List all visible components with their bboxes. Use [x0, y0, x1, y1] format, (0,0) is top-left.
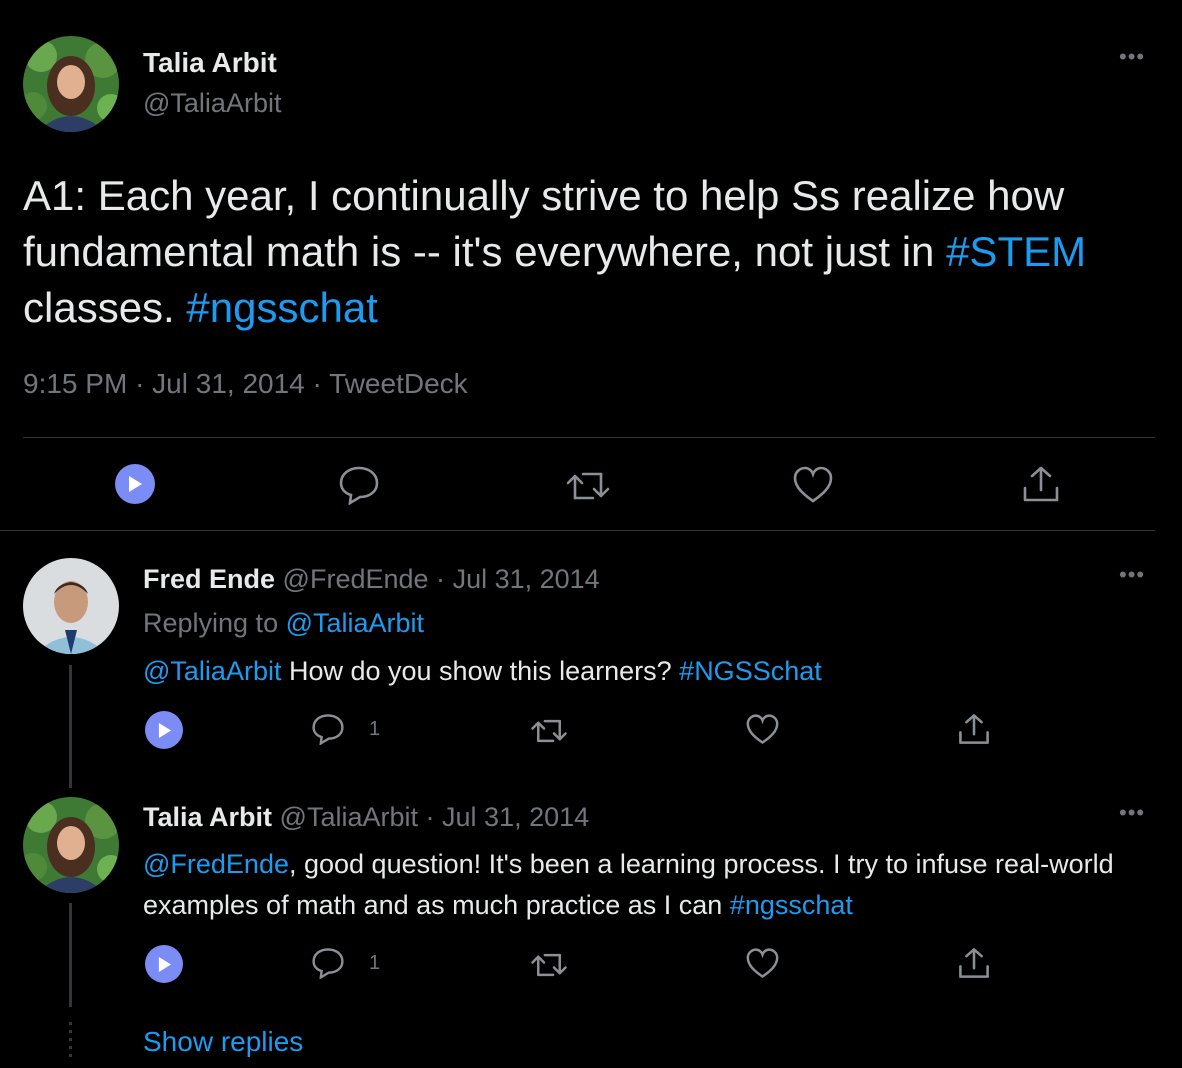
- thread-line: [69, 903, 72, 1007]
- retweet-icon[interactable]: [530, 716, 568, 746]
- retweet-icon[interactable]: [530, 950, 568, 980]
- tweet-time[interactable]: 9:15 PM: [23, 368, 127, 399]
- reply-2-text: @FredEnde, good question! It's been a le…: [143, 844, 1163, 926]
- main-tweet-handle[interactable]: @TaliaArbit: [143, 88, 281, 119]
- reply-1-text-part: How do you show this learners?: [281, 656, 680, 686]
- share-icon[interactable]: [1021, 464, 1061, 504]
- mention-fredende[interactable]: @FredEnde: [143, 849, 289, 879]
- hashtag-ngsschat[interactable]: #NGSSchat: [679, 656, 822, 686]
- tweet-source[interactable]: TweetDeck: [329, 368, 468, 399]
- hashtag-ngsschat[interactable]: #ngsschat: [730, 890, 853, 920]
- reply-2-more-icon[interactable]: •••: [1119, 802, 1145, 824]
- share-icon[interactable]: [957, 712, 991, 746]
- main-tweet-avatar[interactable]: [23, 36, 119, 132]
- thread-dots: [69, 1022, 72, 1062]
- reply-1-header: Fred Ende @FredEnde · Jul 31, 2014: [143, 564, 600, 595]
- reply-1-replying-to: Replying to @TaliaArbit: [143, 608, 424, 639]
- avatar-photo: [23, 36, 119, 132]
- avatar-photo: [23, 797, 119, 893]
- meta-separator: ·: [436, 564, 446, 594]
- heart-icon[interactable]: [793, 466, 833, 504]
- reply-count: 1: [369, 718, 381, 740]
- main-tweet-meta: 9:15 PM · Jul 31, 2014 · TweetDeck: [23, 368, 468, 400]
- reply-2-date[interactable]: Jul 31, 2014: [442, 802, 589, 832]
- tweet-date[interactable]: Jul 31, 2014: [152, 368, 305, 399]
- share-icon[interactable]: [957, 946, 991, 980]
- reply-1-text: @TaliaArbit How do you show this learner…: [143, 652, 1153, 690]
- reply-1-handle[interactable]: @FredEnde: [283, 564, 429, 594]
- main-tweet-divider: [23, 437, 1155, 438]
- meta-separator: ·: [312, 368, 322, 399]
- avatar-photo: [23, 558, 119, 654]
- retweet-icon[interactable]: [565, 468, 611, 504]
- main-tweet-more-icon[interactable]: •••: [1119, 46, 1145, 68]
- play-icon[interactable]: [145, 711, 183, 749]
- mention-taliaarbit[interactable]: @TaliaArbit: [143, 656, 281, 686]
- reply-1-date[interactable]: Jul 31, 2014: [453, 564, 600, 594]
- reply-1-avatar[interactable]: [23, 558, 119, 654]
- replying-mention[interactable]: @TaliaArbit: [286, 608, 424, 638]
- reply-2-text-part: , good question! It's been a learning pr…: [143, 849, 1114, 920]
- reply-2-header: Talia Arbit @TaliaArbit · Jul 31, 2014: [143, 802, 589, 833]
- meta-separator: ·: [425, 802, 435, 832]
- meta-separator: ·: [135, 368, 145, 399]
- show-replies-link[interactable]: Show replies: [143, 1026, 303, 1058]
- hashtag-ngsschat[interactable]: #ngsschat: [186, 284, 377, 331]
- main-tweet-display-name[interactable]: Talia Arbit: [143, 47, 277, 79]
- reply-2-display-name[interactable]: Talia Arbit: [143, 802, 272, 832]
- replying-label: Replying to: [143, 608, 286, 638]
- reply-2-avatar[interactable]: [23, 797, 119, 893]
- reply-icon[interactable]: [311, 947, 345, 979]
- reply-icon[interactable]: [338, 465, 380, 505]
- section-divider: [0, 530, 1155, 531]
- reply-count: 1: [369, 952, 381, 974]
- hashtag-stem[interactable]: #STEM: [946, 228, 1086, 275]
- reply-1-more-icon[interactable]: •••: [1119, 564, 1145, 586]
- heart-icon[interactable]: [746, 714, 779, 745]
- reply-1-display-name[interactable]: Fred Ende: [143, 564, 275, 594]
- main-tweet-text: A1: Each year, I continually strive to h…: [23, 168, 1168, 336]
- heart-icon[interactable]: [746, 948, 779, 979]
- reply-2-handle[interactable]: @TaliaArbit: [280, 802, 418, 832]
- main-tweet-text-part: A1: Each year, I continually strive to h…: [23, 172, 1065, 275]
- main-tweet-text-part: classes.: [23, 284, 187, 331]
- play-icon[interactable]: [115, 464, 155, 504]
- play-icon[interactable]: [145, 945, 183, 983]
- reply-icon[interactable]: [311, 713, 345, 745]
- thread-line: [69, 665, 72, 788]
